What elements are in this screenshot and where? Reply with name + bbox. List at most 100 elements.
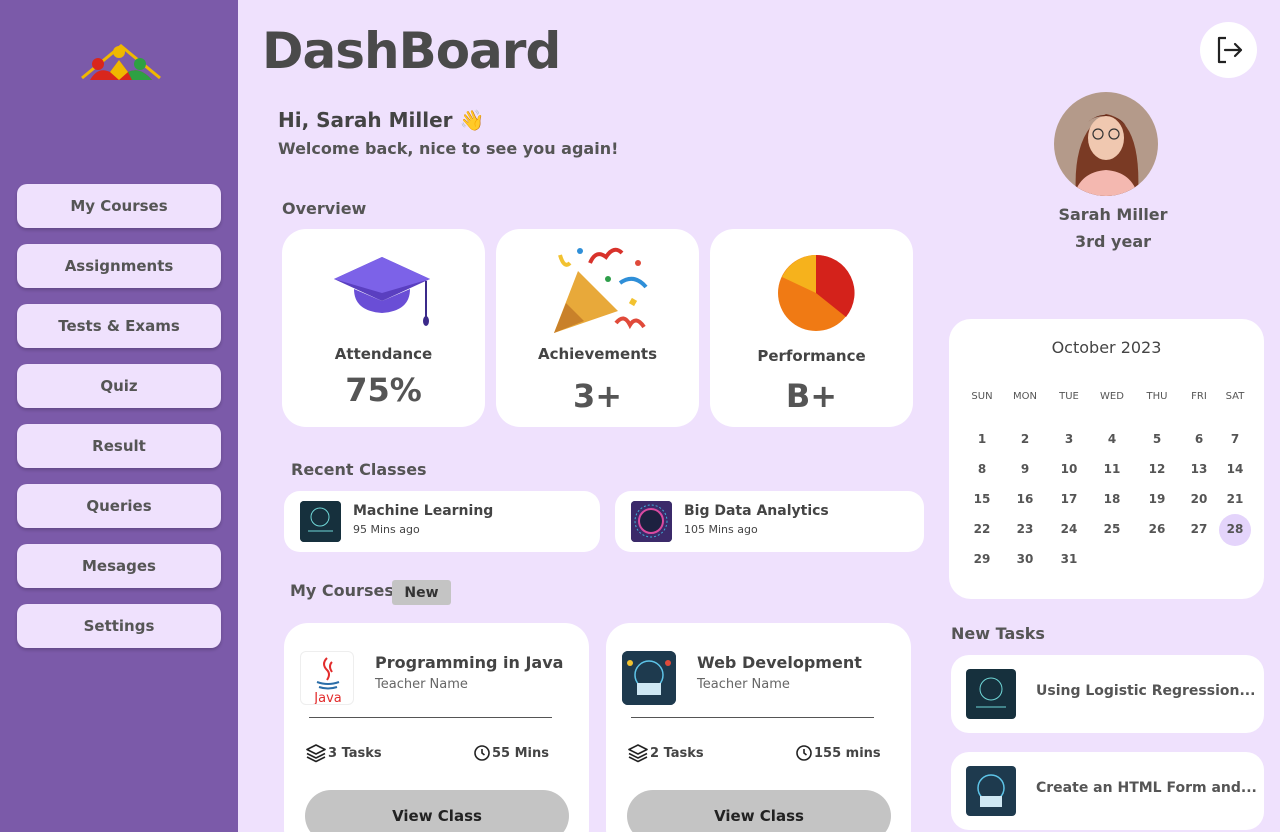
- recent-classes-title: Recent Classes: [291, 460, 427, 479]
- recent-class-item[interactable]: Big Data Analytics 105 Mins ago: [615, 491, 924, 552]
- calendar-day[interactable]: 24: [1053, 522, 1085, 536]
- calendar-day[interactable]: 5: [1141, 432, 1173, 446]
- course-card: Java Programming in Java Teacher Name 3 …: [284, 623, 589, 832]
- recent-class-title: Big Data Analytics: [684, 503, 829, 519]
- achievements-value: 3+: [572, 377, 623, 415]
- avatar[interactable]: [1054, 92, 1158, 196]
- page-title: DashBoard: [262, 22, 561, 80]
- calendar-day[interactable]: 20: [1183, 492, 1215, 506]
- course-card: Web Development Teacher Name 2 Tasks 155…: [606, 623, 911, 832]
- sidebar-item-settings[interactable]: Settings: [17, 604, 221, 648]
- clock-icon: [474, 745, 490, 761]
- greeting-text: Hi, Sarah Miller 👋: [278, 108, 485, 132]
- recent-class-time: 105 Mins ago: [684, 523, 758, 536]
- logout-button[interactable]: [1200, 22, 1257, 78]
- sidebar-item-messages[interactable]: Mesages: [17, 544, 221, 588]
- sidebar-item-result[interactable]: Result: [17, 424, 221, 468]
- sidebar-item-tests-exams[interactable]: Tests & Exams: [17, 304, 221, 348]
- calendar-day[interactable]: 13: [1183, 462, 1215, 476]
- course-teacher: Teacher Name: [375, 677, 468, 692]
- new-tasks-title: New Tasks: [951, 624, 1045, 643]
- calendar-day[interactable]: 7: [1219, 432, 1251, 446]
- task-item[interactable]: Using Logistic Regression...: [951, 655, 1264, 733]
- calendar-day[interactable]: 19: [1141, 492, 1173, 506]
- machine-learning-thumbnail: [300, 501, 341, 542]
- sidebar-item-quiz[interactable]: Quiz: [17, 364, 221, 408]
- overview-title: Overview: [282, 199, 367, 218]
- calendar-weekday: THU: [1146, 391, 1168, 402]
- course-title: Programming in Java: [375, 653, 564, 672]
- divider: [309, 717, 552, 718]
- view-class-button[interactable]: View Class: [305, 790, 569, 832]
- calendar-day[interactable]: 22: [966, 522, 998, 536]
- performance-value: B+: [785, 377, 838, 415]
- calendar-day[interactable]: 27: [1183, 522, 1215, 536]
- achievements-card: Achievements 3+: [496, 229, 699, 427]
- course-tasks-text: 2 Tasks: [650, 745, 704, 761]
- calendar-day[interactable]: 2: [1009, 432, 1041, 446]
- layers-icon: [306, 744, 326, 763]
- calendar-weekday: SAT: [1225, 391, 1245, 402]
- calendar-day[interactable]: 10: [1053, 462, 1085, 476]
- calendar-day[interactable]: 11: [1096, 462, 1128, 476]
- party-popper-icon: [554, 247, 648, 333]
- calendar-day[interactable]: 1: [966, 432, 998, 446]
- clock-icon: [796, 745, 812, 761]
- recent-class-item[interactable]: Machine Learning 95 Mins ago: [284, 491, 600, 552]
- attendance-card: Attendance 75%: [282, 229, 485, 427]
- calendar-weekday: SUN: [971, 391, 993, 402]
- course-teacher: Teacher Name: [697, 677, 790, 692]
- calendar-day[interactable]: 25: [1096, 522, 1128, 536]
- task-item[interactable]: Create an HTML Form and...: [951, 752, 1264, 830]
- calendar-day[interactable]: 8: [966, 462, 998, 476]
- recent-class-title: Machine Learning: [353, 503, 494, 519]
- calendar-day[interactable]: 4: [1096, 432, 1128, 446]
- layers-icon: [628, 744, 648, 763]
- calendar-weekday: WED: [1100, 391, 1124, 402]
- course-tasks-text: 3 Tasks: [328, 745, 382, 761]
- calendar-day[interactable]: 18: [1096, 492, 1128, 506]
- calendar-day[interactable]: 23: [1009, 522, 1041, 536]
- course-tasks: 3 Tasks: [306, 743, 382, 763]
- calendar-day[interactable]: 12: [1141, 462, 1173, 476]
- performance-label: Performance: [757, 347, 866, 365]
- calendar-day[interactable]: 21: [1219, 492, 1251, 506]
- calendar-day[interactable]: 17: [1053, 492, 1085, 506]
- calendar-day[interactable]: 29: [966, 552, 998, 566]
- calendar: October 2023 SUN MON TUE WED THU FRI SAT 1 2 3 4 5 6…: [949, 319, 1264, 599]
- calendar-day[interactable]: 9: [1009, 462, 1041, 476]
- new-badge: New: [392, 580, 451, 605]
- sidebar-item-assignments[interactable]: Assignments: [17, 244, 221, 288]
- sidebar-item-queries[interactable]: Queries: [17, 484, 221, 528]
- profile-year: 3rd year: [1074, 232, 1151, 251]
- calendar-weekday: FRI: [1191, 391, 1207, 402]
- course-duration: 155 mins: [796, 745, 881, 761]
- calendar-day[interactable]: 16: [1009, 492, 1041, 506]
- pie-chart-icon: [778, 254, 855, 331]
- calendar-day[interactable]: 15: [966, 492, 998, 506]
- svg-text:Java: Java: [313, 691, 341, 705]
- my-courses-title: My Courses: [290, 581, 394, 600]
- achievements-label: Achievements: [537, 345, 658, 363]
- calendar-day[interactable]: 3: [1053, 432, 1085, 446]
- view-class-button[interactable]: View Class: [627, 790, 891, 832]
- sidebar-item-my-courses[interactable]: My Courses: [17, 184, 221, 228]
- divider: [631, 717, 874, 718]
- calendar-day[interactable]: 31: [1053, 552, 1085, 566]
- recent-class-time: 95 Mins ago: [353, 523, 420, 536]
- attendance-label: Attendance: [334, 345, 433, 363]
- calendar-day[interactable]: 30: [1009, 552, 1041, 566]
- big-data-thumbnail: [631, 501, 672, 542]
- calendar-day[interactable]: 14: [1219, 462, 1251, 476]
- performance-card: Performance B+: [710, 229, 913, 427]
- task-thumbnail: [966, 669, 1016, 719]
- calendar-day[interactable]: 26: [1141, 522, 1173, 536]
- course-duration-text: 155 mins: [814, 745, 881, 761]
- logout-icon: [1217, 36, 1242, 64]
- calendar-day-selected[interactable]: 28: [1219, 522, 1251, 536]
- web-development-thumbnail: [622, 651, 676, 705]
- task-thumbnail: [966, 766, 1016, 816]
- calendar-day[interactable]: 6: [1183, 432, 1215, 446]
- calendar-weekday: MON: [1013, 391, 1037, 402]
- calendar-month-title: October 2023: [1051, 338, 1162, 357]
